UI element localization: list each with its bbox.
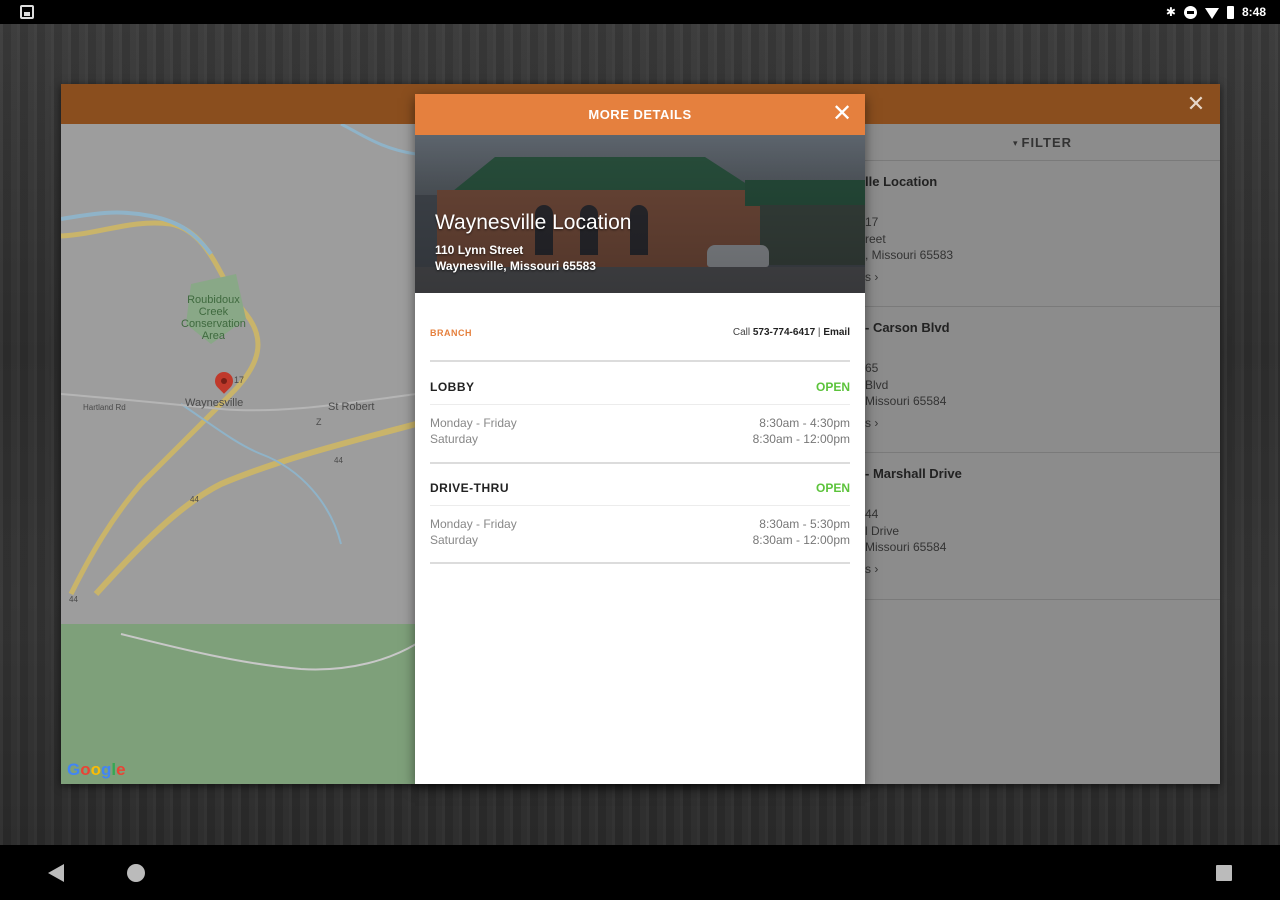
more-details-title: MORE DETAILS <box>588 107 692 122</box>
branch-label: BRANCH <box>430 328 472 338</box>
divider <box>430 505 850 506</box>
map-label-st-robert: St Robert <box>328 401 375 413</box>
lobby-title: LOBBY <box>430 380 475 394</box>
google-logo-letter: o <box>90 760 102 779</box>
separator: | <box>817 327 821 338</box>
lobby-hours: 8:30am - 4:30pm <box>759 416 850 430</box>
lobby-days: Saturday <box>430 432 479 446</box>
google-logo: Google <box>67 760 126 780</box>
status-bar: ✱ 8:48 <box>0 0 1280 24</box>
more-details-header: MORE DETAILS ✕ <box>415 94 865 135</box>
drive-thru-status-badge: OPEN <box>815 481 850 495</box>
navigation-bar <box>0 845 1280 900</box>
location-list-item[interactable]: - Carson Blvd 65 Blvd Missouri 65584 s › <box>865 307 1220 453</box>
battery-icon <box>1226 5 1234 19</box>
google-logo-letter: e <box>116 760 126 779</box>
location-list: ▾ FILTER lle Location 17 reet , Missouri … <box>865 124 1220 784</box>
map-label-waynesville: Waynesville <box>185 397 244 409</box>
location-more-link[interactable]: s › <box>865 270 878 284</box>
map-label-hwy44b: 44 <box>190 495 199 504</box>
filter-label: FILTER <box>1021 135 1073 150</box>
more-details-dialog: MORE DETAILS ✕ Waynesville Location 110 … <box>415 94 865 784</box>
address-line-1: 110 Lynn Street <box>435 243 524 257</box>
clock: 8:48 <box>1241 5 1266 19</box>
home-icon[interactable] <box>127 864 145 882</box>
map-roads <box>61 124 416 784</box>
call-prefix: Call <box>732 327 751 338</box>
status-icons: ✱ 8:48 <box>1166 4 1266 20</box>
google-logo-letter: o <box>80 760 91 779</box>
location-list-item[interactable]: - Marshall Drive 44 l Drive Missouri 655… <box>865 453 1220 600</box>
chevron-down-icon: ▾ <box>1012 138 1018 148</box>
drive-thru-hours: 8:30am - 5:30pm <box>759 517 850 531</box>
filter-button[interactable]: ▾ FILTER <box>865 124 1220 161</box>
recents-icon[interactable] <box>1216 865 1232 881</box>
wifi-icon <box>1204 7 1219 19</box>
location-name: Waynesville Location <box>435 211 632 234</box>
map-label-street: Hartland Rd <box>83 403 126 412</box>
drive-thru-hours: 8:30am - 12:00pm <box>752 533 850 547</box>
email-link[interactable]: Email <box>823 327 850 338</box>
locations-close-icon[interactable]: ✕ <box>1184 92 1208 116</box>
branch-row: BRANCH Call 573-774-6417 | Email <box>430 324 850 344</box>
close-icon[interactable]: ✕ <box>829 101 855 127</box>
location-city: Missouri 65584 <box>865 394 947 408</box>
drive-thru-days: Saturday <box>430 533 479 547</box>
location-phone: 65 <box>865 361 879 375</box>
drive-thru-title: DRIVE-THRU <box>430 481 509 495</box>
location-title: - Carson Blvd <box>865 320 950 335</box>
map-view[interactable]: Roubidoux Creek Conservation Area Waynesvil… <box>61 124 416 784</box>
location-title: - Marshall Drive <box>865 466 962 481</box>
map-label-hwy44a: 44 <box>334 456 343 465</box>
location-photo: Waynesville Location 110 Lynn Street Way… <box>415 135 865 293</box>
location-street: l Drive <box>865 524 900 538</box>
back-icon[interactable] <box>48 864 64 882</box>
map-label-park: Roubidoux Creek Conservation Area <box>181 294 246 342</box>
lobby-status-badge: OPEN <box>815 380 850 394</box>
divider <box>430 404 850 405</box>
location-city: , Missouri 65583 <box>865 248 954 262</box>
location-more-link[interactable]: s › <box>865 416 878 430</box>
google-logo-letter: G <box>67 760 81 779</box>
lobby-hours: 8:30am - 12:00pm <box>752 432 850 446</box>
divider <box>430 562 850 564</box>
bluetooth-icon: ✱ <box>1165 5 1176 19</box>
location-list-item[interactable]: lle Location 17 reet , Missouri 65583 s … <box>865 161 1220 307</box>
map-label-hwy17: 17 <box>234 375 245 385</box>
gallery-notification-icon <box>20 5 34 19</box>
location-city: Missouri 65584 <box>865 540 947 554</box>
location-phone: 17 <box>865 215 879 229</box>
location-street: reet <box>865 232 886 246</box>
contact-links: Call 573-774-6417 | Email <box>733 327 850 338</box>
google-logo-letter: g <box>101 760 112 779</box>
map-label-route-z: Z <box>316 417 322 427</box>
phone-link[interactable]: 573-774-6417 <box>753 327 815 338</box>
location-more-link[interactable]: s › <box>865 562 878 576</box>
address-line-2: Waynesville, Missouri 65583 <box>435 259 596 273</box>
divider <box>430 462 850 464</box>
location-street: Blvd <box>865 378 889 392</box>
drive-thru-days: Monday - Friday <box>430 517 517 531</box>
location-phone: 44 <box>865 507 879 521</box>
do-not-disturb-icon <box>1183 5 1197 19</box>
lobby-days: Monday - Friday <box>430 416 517 430</box>
location-title: lle Location <box>865 174 938 189</box>
map-label-hwy44c: 44 <box>69 595 78 604</box>
divider <box>430 360 850 362</box>
